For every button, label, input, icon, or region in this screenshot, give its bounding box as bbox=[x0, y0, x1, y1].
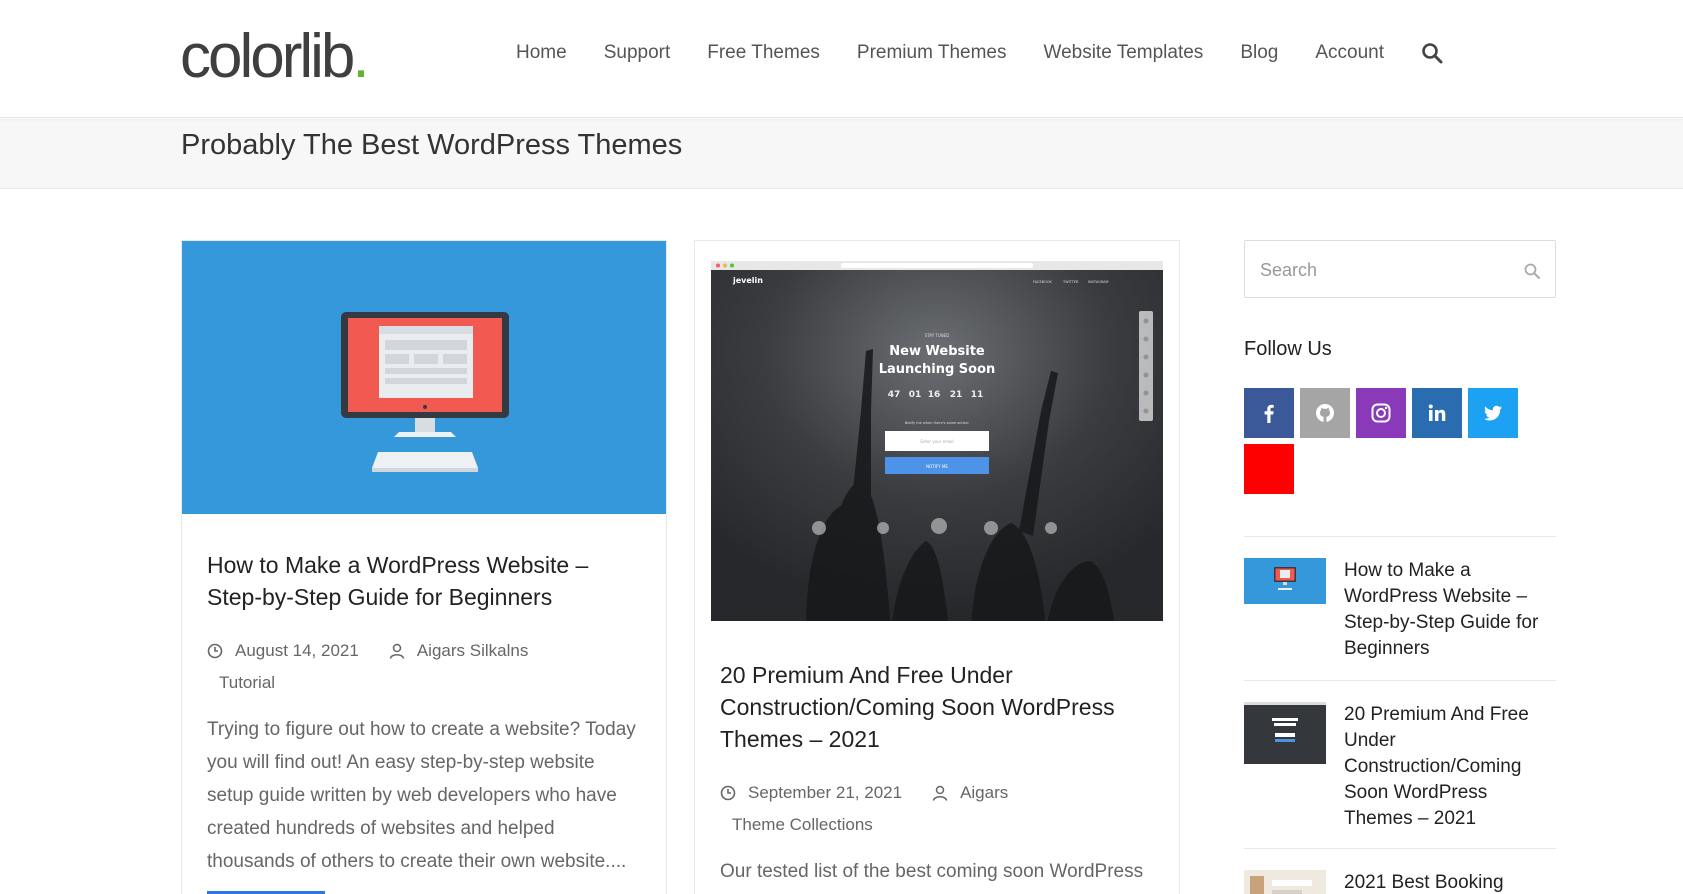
post-body: 20 Premium And Free Under Construction/C… bbox=[720, 659, 1157, 888]
thumb-menu-1: FACEBOOK bbox=[1033, 280, 1053, 284]
page-title-band: Probably The Best WordPress Themes bbox=[0, 119, 1683, 189]
instagram-button[interactable] bbox=[1356, 388, 1406, 438]
post-card: jevelin FACEBOOK TWITTER INSTAGRAM STAY … bbox=[694, 240, 1180, 894]
thumb-menu-2: TWITTER bbox=[1062, 280, 1079, 284]
site-header: colorlib. Home Support Free Themes Premi… bbox=[0, 0, 1683, 118]
post-author[interactable]: Aigars bbox=[960, 783, 1008, 803]
recent-post-thumbnail[interactable] bbox=[1244, 702, 1326, 764]
follow-us-title: Follow Us bbox=[1244, 338, 1332, 360]
sidebar-search bbox=[1244, 240, 1556, 298]
recent-post-title[interactable]: How to Make a WordPress Website – Step-b… bbox=[1344, 558, 1556, 662]
linkedin-icon bbox=[1428, 404, 1446, 421]
github-icon bbox=[1316, 404, 1334, 422]
page-title: Probably The Best WordPress Themes bbox=[181, 129, 683, 161]
user-icon bbox=[389, 643, 405, 659]
logo-dot: . bbox=[352, 22, 369, 91]
post-card: How to Make a WordPress Website – Step-b… bbox=[181, 240, 667, 894]
divider bbox=[1244, 680, 1556, 681]
post-author[interactable]: Aigars Silkalns bbox=[417, 641, 529, 661]
countdown-value: 21 bbox=[950, 390, 963, 400]
github-button[interactable] bbox=[1300, 388, 1350, 438]
thumb-headline-2: Launching Soon bbox=[879, 362, 996, 377]
clock-icon bbox=[720, 785, 736, 801]
thumb-brand: jevelin bbox=[732, 276, 763, 285]
nav-free-themes[interactable]: Free Themes bbox=[707, 42, 820, 64]
thumb-button: NOTIFY ME bbox=[926, 464, 948, 469]
thumb-menu-3: INSTAGRAM bbox=[1088, 280, 1109, 284]
site-logo[interactable]: colorlib. bbox=[180, 26, 370, 88]
computer-illustration bbox=[341, 312, 509, 472]
thumb-headline-1: New Website bbox=[889, 344, 985, 359]
instagram-icon bbox=[1371, 403, 1391, 423]
post-meta: August 14, 2021 Aigars Silkalns bbox=[207, 641, 644, 661]
clock-icon bbox=[207, 643, 223, 659]
twitter-icon bbox=[1483, 405, 1502, 421]
nav-account[interactable]: Account bbox=[1315, 42, 1384, 64]
post-meta: September 21, 2021 Aigars bbox=[720, 783, 1157, 803]
twitter-button[interactable] bbox=[1468, 388, 1518, 438]
post-category[interactable]: Tutorial bbox=[219, 673, 644, 693]
post-excerpt: Our tested list of the best coming soon … bbox=[720, 861, 1144, 882]
countdown-value: 47 bbox=[888, 390, 901, 400]
coming-soon-screenshot: jevelin FACEBOOK TWITTER INSTAGRAM STAY … bbox=[711, 261, 1163, 641]
countdown-value: 16 bbox=[928, 390, 941, 400]
thumb-kicker: STAY TUNED bbox=[925, 333, 950, 338]
post-body: How to Make a WordPress Website – Step-b… bbox=[207, 549, 644, 878]
nav-home[interactable]: Home bbox=[516, 42, 567, 64]
nav-website-templates[interactable]: Website Templates bbox=[1043, 42, 1203, 64]
sidebar-search-input[interactable] bbox=[1260, 256, 1500, 284]
divider bbox=[1244, 848, 1556, 849]
post-title[interactable]: How to Make a WordPress Website – Step-b… bbox=[207, 549, 644, 613]
thumb-notify: Notify me when there's some action: bbox=[905, 421, 969, 425]
countdown-value: 01 bbox=[909, 390, 922, 400]
youtube-button[interactable] bbox=[1244, 444, 1294, 494]
linkedin-button[interactable] bbox=[1412, 388, 1462, 438]
nav-support[interactable]: Support bbox=[604, 42, 671, 64]
divider bbox=[1244, 536, 1556, 537]
recent-post-thumbnail[interactable] bbox=[1244, 558, 1326, 604]
facebook-button[interactable] bbox=[1244, 388, 1294, 438]
nav-premium-themes[interactable]: Premium Themes bbox=[857, 42, 1007, 64]
post-excerpt: Trying to figure out how to create a web… bbox=[207, 719, 636, 872]
nav-blog[interactable]: Blog bbox=[1240, 42, 1278, 64]
thumb-email: Enter your email bbox=[920, 439, 953, 444]
post-date[interactable]: August 14, 2021 bbox=[235, 641, 359, 661]
post-thumbnail[interactable] bbox=[182, 241, 666, 514]
countdown-value: 11 bbox=[971, 390, 984, 400]
post-date[interactable]: September 21, 2021 bbox=[748, 783, 902, 803]
search-icon[interactable] bbox=[1523, 262, 1541, 280]
search-icon[interactable] bbox=[1421, 42, 1443, 64]
main-nav: Home Support Free Themes Premium Themes … bbox=[479, 42, 1443, 64]
recent-post-thumbnail[interactable] bbox=[1244, 870, 1326, 894]
facebook-icon bbox=[1264, 404, 1274, 423]
recent-post-title[interactable]: 2021 Best Booking bbox=[1344, 870, 1556, 894]
logo-text: colorlib bbox=[180, 22, 355, 91]
user-icon bbox=[932, 785, 948, 801]
post-category[interactable]: Theme Collections bbox=[732, 815, 1157, 835]
post-title[interactable]: 20 Premium And Free Under Construction/C… bbox=[720, 659, 1157, 755]
recent-post-title[interactable]: 20 Premium And Free Under Construction/C… bbox=[1344, 702, 1556, 832]
